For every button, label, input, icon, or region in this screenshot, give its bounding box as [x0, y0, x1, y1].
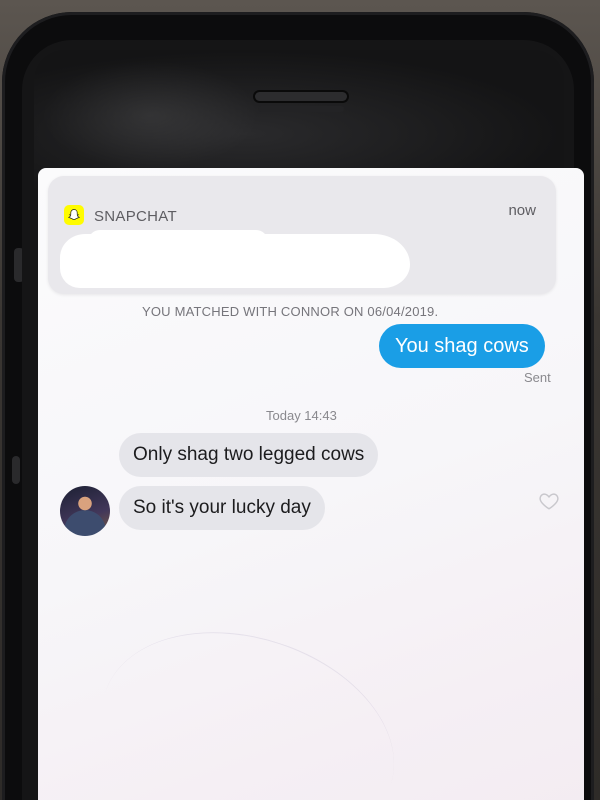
contact-avatar[interactable] [60, 486, 110, 536]
chat-timestamp: Today 14:43 [266, 408, 337, 423]
message-status: Sent [524, 370, 551, 385]
photo-of-phone: SNAPCHAT now YOU MATCHED WITH CONNOR ON … [0, 0, 600, 800]
sent-message-bubble[interactable]: You shag cows [379, 324, 545, 368]
received-message-bubble[interactable]: Only shag two legged cows [119, 433, 379, 477]
ghost-icon [67, 209, 81, 220]
earpiece-speaker [255, 92, 347, 101]
notification-app-name: SNAPCHAT [94, 208, 177, 225]
notification-banner[interactable]: SNAPCHAT now [48, 176, 556, 294]
heart-icon[interactable] [538, 490, 560, 512]
snapchat-ghost-icon [64, 205, 84, 225]
redacted-message [60, 234, 410, 288]
notification-time: now [508, 202, 536, 219]
volume-button [12, 456, 20, 484]
phone-screen: SNAPCHAT now YOU MATCHED WITH CONNOR ON … [38, 168, 584, 800]
glass-glare [40, 60, 260, 170]
match-info-text: YOU MATCHED WITH CONNOR ON 06/04/2019. [142, 304, 439, 319]
earpiece-speaker-lower [258, 106, 344, 112]
received-message-bubble[interactable]: So it's your lucky day [119, 486, 325, 530]
